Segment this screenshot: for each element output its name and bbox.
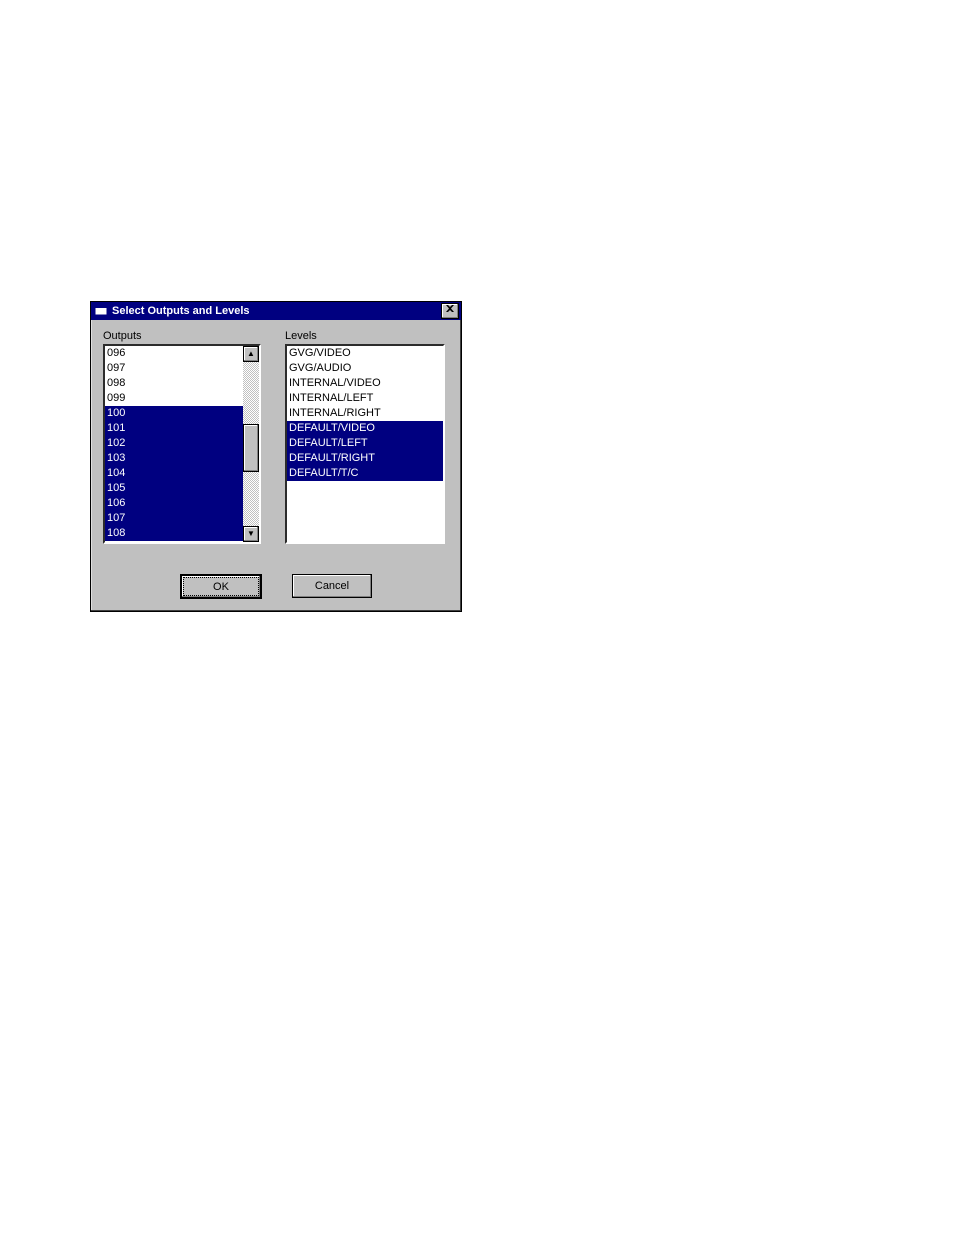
- outputs-item[interactable]: 106: [105, 496, 243, 511]
- app-icon: [93, 303, 109, 319]
- outputs-item[interactable]: 099: [105, 391, 243, 406]
- cancel-button[interactable]: Cancel: [292, 574, 372, 598]
- select-outputs-levels-dialog: Select Outputs and Levels Outputs 096097…: [90, 301, 462, 612]
- outputs-item[interactable]: 100: [105, 406, 243, 421]
- outputs-item[interactable]: 096: [105, 346, 243, 361]
- outputs-item[interactable]: 107: [105, 511, 243, 526]
- levels-label: Levels: [285, 330, 445, 342]
- levels-item[interactable]: DEFAULT/LEFT: [287, 436, 443, 451]
- levels-item[interactable]: INTERNAL/VIDEO: [287, 376, 443, 391]
- dialog-content: Outputs 09609709809910010110210310410510…: [91, 320, 461, 611]
- dialog-titlebar[interactable]: Select Outputs and Levels: [91, 302, 461, 320]
- outputs-item[interactable]: 108: [105, 526, 243, 541]
- levels-item[interactable]: GVG/AUDIO: [287, 361, 443, 376]
- outputs-label: Outputs: [103, 330, 261, 342]
- levels-item[interactable]: DEFAULT/RIGHT: [287, 451, 443, 466]
- levels-item[interactable]: DEFAULT/T/C: [287, 466, 443, 481]
- scroll-track[interactable]: [243, 362, 259, 526]
- dialog-title: Select Outputs and Levels: [112, 305, 441, 317]
- arrow-up-icon: ▲: [247, 350, 255, 358]
- outputs-item[interactable]: 103: [105, 451, 243, 466]
- levels-item[interactable]: INTERNAL/LEFT: [287, 391, 443, 406]
- levels-item[interactable]: GVG/VIDEO: [287, 346, 443, 361]
- levels-item[interactable]: INTERNAL/RIGHT: [287, 406, 443, 421]
- scroll-down-button[interactable]: ▼: [243, 526, 259, 542]
- outputs-listbox[interactable]: 096097098099100101102103104105106107108 …: [103, 344, 261, 544]
- ok-button[interactable]: OK: [180, 574, 262, 599]
- scroll-thumb[interactable]: [243, 424, 259, 472]
- outputs-item[interactable]: 098: [105, 376, 243, 391]
- outputs-item[interactable]: 102: [105, 436, 243, 451]
- scroll-up-button[interactable]: ▲: [243, 346, 259, 362]
- outputs-item[interactable]: 097: [105, 361, 243, 376]
- levels-listbox[interactable]: GVG/VIDEOGVG/AUDIOINTERNAL/VIDEOINTERNAL…: [285, 344, 445, 544]
- levels-item[interactable]: DEFAULT/VIDEO: [287, 421, 443, 436]
- outputs-item[interactable]: 101: [105, 421, 243, 436]
- outputs-item[interactable]: 105: [105, 481, 243, 496]
- close-button[interactable]: [441, 303, 459, 319]
- arrow-down-icon: ▼: [247, 530, 255, 538]
- outputs-scrollbar[interactable]: ▲ ▼: [243, 346, 259, 542]
- outputs-item[interactable]: 104: [105, 466, 243, 481]
